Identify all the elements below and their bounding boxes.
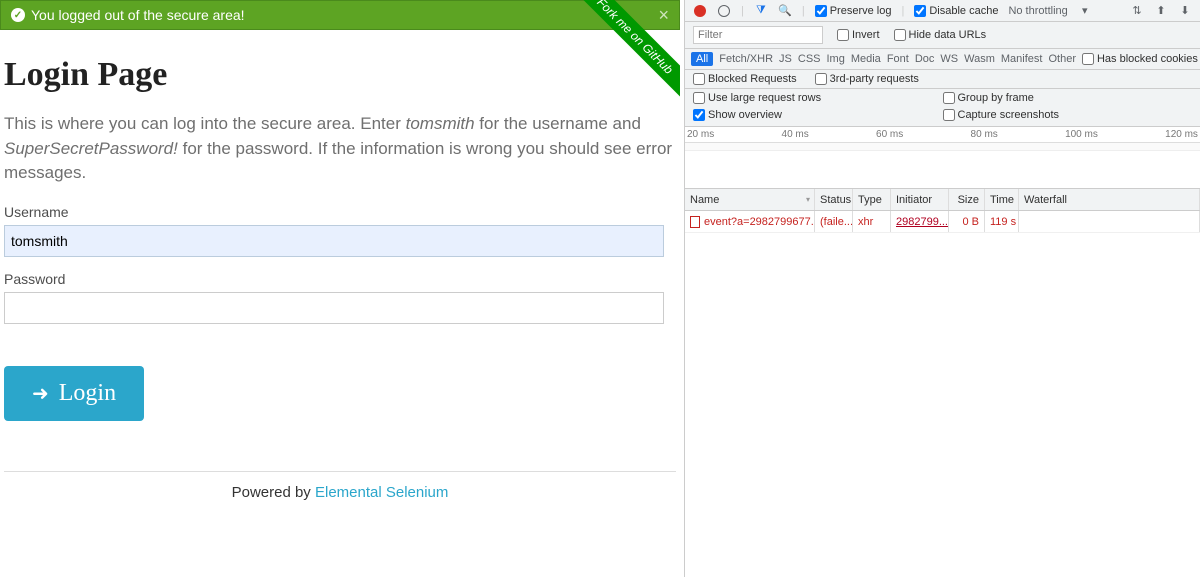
type-doc[interactable]: Doc	[915, 53, 935, 65]
type-media[interactable]: Media	[851, 53, 881, 65]
tick: 40 ms	[782, 129, 809, 142]
preserve-log-checkbox[interactable]: Preserve log	[815, 5, 892, 17]
type-css[interactable]: CSS	[798, 53, 821, 65]
chevron-down-icon[interactable]: ▾	[1078, 4, 1092, 18]
username-label: Username	[4, 204, 676, 220]
type-img[interactable]: Img	[827, 53, 845, 65]
type-ws[interactable]: WS	[940, 53, 958, 65]
tick: 80 ms	[971, 129, 998, 142]
sort-icon: ▾	[806, 195, 810, 204]
type-js[interactable]: JS	[779, 53, 792, 65]
file-icon	[690, 216, 700, 228]
footer-link[interactable]: Elemental Selenium	[315, 484, 448, 501]
col-status[interactable]: Status	[815, 189, 853, 210]
wifi-icon[interactable]: ⇅	[1130, 4, 1144, 18]
type-font[interactable]: Font	[887, 53, 909, 65]
type-all[interactable]: All	[691, 52, 713, 66]
login-button[interactable]: ➜ Login	[4, 366, 144, 421]
col-size[interactable]: Size	[949, 189, 985, 210]
tick: 120 ms	[1165, 129, 1198, 142]
col-name[interactable]: Name▾	[685, 189, 815, 210]
col-waterfall[interactable]: Waterfall	[1019, 189, 1200, 210]
type-manifest[interactable]: Manifest	[1001, 53, 1043, 65]
close-icon[interactable]: ×	[658, 5, 669, 26]
hide-data-urls-checkbox[interactable]: Hide data URLs	[894, 29, 987, 41]
filter-input[interactable]	[693, 26, 823, 44]
network-table-header: Name▾ Status Type Initiator Size Time Wa…	[685, 189, 1200, 211]
network-table-body: event?a=2982799677... (faile... xhr 2982…	[685, 211, 1200, 581]
type-wasm[interactable]: Wasm	[964, 53, 995, 65]
settings-row: Use large request rows Show overview Gro…	[685, 89, 1200, 127]
network-toolbar: | ⧩ 🔍 | Preserve log | Disable cache No …	[685, 0, 1200, 22]
overview-timeline[interactable]: 20 ms 40 ms 60 ms 80 ms 100 ms 120 ms	[685, 127, 1200, 189]
col-initiator[interactable]: Initiator	[891, 189, 949, 210]
devtools-network-panel: | ⧩ 🔍 | Preserve log | Disable cache No …	[684, 0, 1200, 577]
capture-screenshots-checkbox[interactable]: Capture screenshots	[943, 109, 1193, 121]
footer-text: Powered by	[232, 484, 315, 501]
search-icon[interactable]: 🔍	[778, 4, 792, 18]
flash-success: ✓ You logged out of the secure area! ×	[0, 0, 680, 30]
has-blocked-cookies-checkbox[interactable]: Has blocked cookies	[1082, 53, 1198, 65]
blocked-requests-checkbox[interactable]: Blocked Requests	[693, 73, 797, 85]
page-title: Login Page	[4, 56, 676, 94]
throttling-select[interactable]: No throttling	[1008, 5, 1067, 17]
page-description: This is where you can log into the secur…	[4, 112, 676, 186]
type-other[interactable]: Other	[1048, 53, 1076, 65]
footer: Powered by Elemental Selenium	[4, 484, 676, 501]
password-input[interactable]	[4, 292, 664, 324]
extra-filter-row: Blocked Requests 3rd-party requests	[685, 70, 1200, 89]
disable-cache-checkbox[interactable]: Disable cache	[914, 5, 998, 17]
record-icon[interactable]	[693, 4, 707, 18]
third-party-checkbox[interactable]: 3rd-party requests	[815, 73, 919, 85]
password-label: Password	[4, 271, 676, 287]
check-icon: ✓	[11, 8, 25, 22]
filter-icon[interactable]: ⧩	[754, 4, 768, 18]
type-filter-row: All Fetch/XHR JS CSS Img Media Font Doc …	[685, 49, 1200, 70]
flash-message: You logged out of the secure area!	[31, 7, 245, 23]
use-large-rows-checkbox[interactable]: Use large request rows	[693, 92, 943, 104]
footer-divider	[4, 471, 676, 472]
invert-checkbox[interactable]: Invert	[837, 29, 880, 41]
tick: 20 ms	[687, 129, 714, 142]
group-by-frame-checkbox[interactable]: Group by frame	[943, 92, 1193, 104]
tick: 100 ms	[1065, 129, 1098, 142]
clear-icon[interactable]	[717, 4, 731, 18]
tick: 60 ms	[876, 129, 903, 142]
signin-arrow-icon: ➜	[32, 381, 49, 406]
type-fetch-xhr[interactable]: Fetch/XHR	[719, 53, 773, 65]
login-button-label: Login	[59, 380, 116, 407]
username-input[interactable]	[4, 225, 664, 257]
download-icon[interactable]: ⬇	[1178, 4, 1192, 18]
page-login: ✓ You logged out of the secure area! × F…	[0, 0, 680, 577]
col-time[interactable]: Time	[985, 189, 1019, 210]
show-overview-checkbox[interactable]: Show overview	[693, 109, 943, 121]
upload-icon[interactable]: ⬆	[1154, 4, 1168, 18]
col-type[interactable]: Type	[853, 189, 891, 210]
filter-row: Invert Hide data URLs	[685, 22, 1200, 49]
table-row[interactable]: event?a=2982799677... (faile... xhr 2982…	[685, 211, 1200, 233]
